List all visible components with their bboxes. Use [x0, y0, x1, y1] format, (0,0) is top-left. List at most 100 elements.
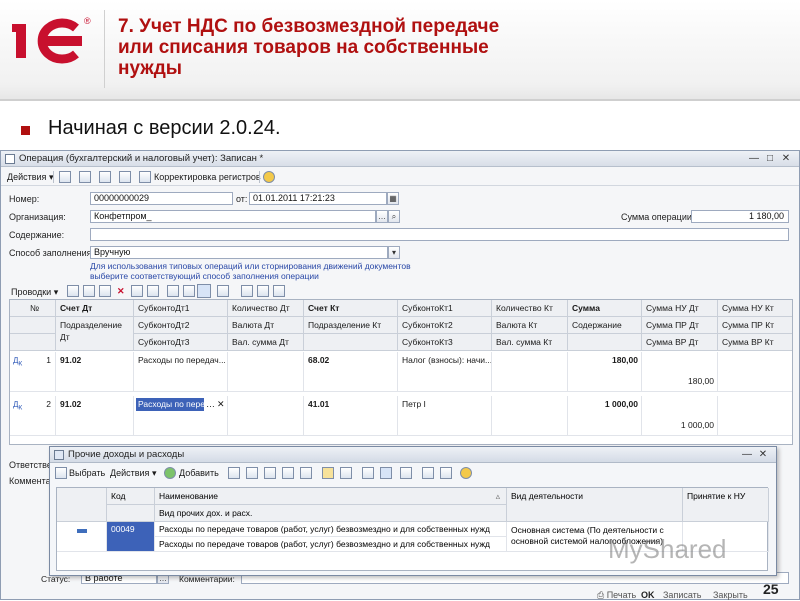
close-button[interactable]: Закрыть: [713, 589, 748, 601]
grid-header-subdt1[interactable]: СубконтоДт1: [134, 300, 228, 317]
add-group-icon[interactable]: [228, 467, 240, 479]
grid-header-val-sum-kt[interactable]: Вал. сумма Кт: [492, 334, 568, 351]
move-down-icon[interactable]: [147, 285, 159, 297]
date-field[interactable]: 01.01.2011 17:21:23: [249, 192, 387, 205]
row-sum-nu-kt[interactable]: [718, 396, 792, 436]
row-subdt1-input[interactable]: Расходы по пере: [136, 398, 204, 411]
select-subdt-button[interactable]: …: [206, 396, 215, 413]
grid-header-sum-vr-kt[interactable]: Сумма ВР Кт: [718, 334, 792, 351]
sort-asc-icon[interactable]: ▵: [496, 488, 500, 504]
help-icon[interactable]: [263, 171, 275, 183]
grid-header-sum-pr-kt[interactable]: Сумма ПР Кт: [718, 317, 792, 334]
postings-menu[interactable]: Проводки ▾: [11, 285, 58, 299]
save-close-icon[interactable]: [59, 171, 71, 183]
close-icon[interactable]: ✕: [756, 448, 770, 461]
row-code[interactable]: 00049: [107, 522, 155, 552]
filter-value-icon[interactable]: [380, 467, 392, 479]
grid-header-subdt3[interactable]: СубконтоДт3: [134, 334, 228, 351]
copy-icon[interactable]: [246, 467, 258, 479]
row-subkt1[interactable]: Налог (взносы): начи...: [398, 352, 492, 392]
grid-header-sum-vr-dt[interactable]: Сумма ВР Дт: [642, 334, 718, 351]
clear-icon[interactable]: ✕: [217, 396, 225, 413]
move-up-icon[interactable]: [131, 285, 143, 297]
write-button[interactable]: Записать: [663, 589, 701, 601]
grid-header-currency-dt[interactable]: Валюта Дт: [228, 317, 304, 334]
grid-header-subkt1[interactable]: СубконтоКт1: [398, 300, 492, 317]
export-icon[interactable]: [273, 285, 285, 297]
row-name[interactable]: Расходы по передаче товаров (работ, услу…: [155, 522, 507, 537]
refresh-icon[interactable]: [440, 467, 452, 479]
grid-header-dept-dt[interactable]: Подразделение Дт: [56, 317, 134, 351]
refresh-icon[interactable]: [99, 171, 111, 183]
popup-header-accept[interactable]: Принятие к НУ: [683, 488, 769, 522]
ok-button[interactable]: OK: [641, 589, 655, 601]
row-sum-nu-dt[interactable]: 1 000,00: [642, 396, 718, 436]
row-sum-nu-kt[interactable]: [718, 352, 792, 392]
minimize-icon[interactable]: —: [747, 152, 761, 165]
row-sum[interactable]: 1 000,00: [568, 396, 642, 436]
close-icon[interactable]: ✕: [779, 152, 793, 165]
copy-row-icon[interactable]: [83, 285, 95, 297]
row-kt[interactable]: 68.02: [304, 352, 398, 392]
popup-header-code[interactable]: Код: [107, 488, 155, 505]
print-button[interactable]: ⎙ Печать: [597, 589, 636, 601]
grid-header-currency-kt[interactable]: Валюта Кт: [492, 317, 568, 334]
row-dt[interactable]: 91.02: [56, 396, 134, 436]
grid-header-sum-nu-kt[interactable]: Сумма НУ Кт: [718, 300, 792, 317]
grid-header-number[interactable]: №: [10, 300, 56, 317]
save-icon[interactable]: [79, 171, 91, 183]
row-kt[interactable]: 41.01: [304, 396, 398, 436]
edit-icon[interactable]: [264, 467, 276, 479]
actions-menu[interactable]: Действия ▾: [7, 170, 53, 184]
chevron-down-icon[interactable]: ▾: [388, 246, 400, 259]
correct-registers-button[interactable]: Корректировка регистров: [154, 170, 261, 184]
refresh-postings-icon[interactable]: [217, 285, 229, 297]
operation-sum-field[interactable]: 1 180,00: [691, 210, 789, 223]
grid-header-subkt3[interactable]: СубконтоКт3: [398, 334, 492, 351]
clear-filter-icon[interactable]: [422, 467, 434, 479]
filter-icon[interactable]: [197, 284, 211, 298]
select-org-button[interactable]: …: [376, 210, 388, 223]
sort-asc-icon[interactable]: [167, 285, 179, 297]
filter-icon[interactable]: [362, 467, 374, 479]
grid-header-subdt2[interactable]: СубконтоДт2: [134, 317, 228, 334]
grid-header-kt[interactable]: Счет Кт: [304, 300, 398, 317]
row-sum-nu-dt[interactable]: 180,00: [642, 352, 718, 392]
add-button[interactable]: Добавить: [179, 466, 219, 480]
popup-header-name[interactable]: Наименование ▵: [155, 488, 507, 505]
popup-header-subheader[interactable]: Вид прочих дох. и расх.: [155, 505, 507, 522]
structure-icon[interactable]: [119, 171, 131, 183]
grid-header-val-sum-dt[interactable]: Вал. сумма Дт: [228, 334, 304, 351]
registers-icon[interactable]: [139, 171, 151, 183]
settings-icon[interactable]: [241, 285, 253, 297]
row-name-2[interactable]: Расходы по передаче товаров (работ, услу…: [155, 537, 507, 552]
row-qty-kt[interactable]: [492, 352, 568, 392]
row-sum[interactable]: 180,00: [568, 352, 642, 392]
grid-header-subkt2[interactable]: СубконтоКт2: [398, 317, 492, 334]
row-qty-kt[interactable]: [492, 396, 568, 436]
organization-field[interactable]: Конфетпром_: [90, 210, 376, 223]
minimize-icon[interactable]: —: [740, 448, 754, 461]
row-qty-dt[interactable]: [228, 396, 304, 436]
row-subdt1-editing[interactable]: Расходы по пере … ✕: [134, 396, 228, 436]
help-icon[interactable]: [460, 467, 472, 479]
hierarchy-icon[interactable]: [300, 467, 312, 479]
add-icon[interactable]: [164, 467, 176, 479]
fill-method-select[interactable]: Вручную: [90, 246, 388, 259]
search-icon[interactable]: ⌕: [388, 210, 400, 223]
content-field[interactable]: [90, 228, 789, 241]
delete-row-icon[interactable]: ✕: [117, 285, 125, 297]
popup-header-kind[interactable]: Вид деятельности: [507, 488, 683, 522]
calendar-icon[interactable]: ▦: [387, 192, 399, 205]
grid-header-qty-dt[interactable]: Количество Дт: [228, 300, 304, 317]
popup-actions-menu[interactable]: Действия ▾: [110, 466, 156, 480]
grid-header-sum[interactable]: Сумма: [568, 300, 642, 317]
maximize-icon[interactable]: □: [763, 152, 777, 165]
edit-row-icon[interactable]: [99, 285, 111, 297]
grid-header-sum-pr-dt[interactable]: Сумма ПР Дт: [642, 317, 718, 334]
filter-list-icon[interactable]: [400, 467, 412, 479]
grid-header-sum-nu-dt[interactable]: Сумма НУ Дт: [642, 300, 718, 317]
tree-icon[interactable]: [322, 467, 334, 479]
row-qty-dt[interactable]: [228, 352, 304, 392]
grid-header-content[interactable]: Содержание: [568, 317, 642, 334]
